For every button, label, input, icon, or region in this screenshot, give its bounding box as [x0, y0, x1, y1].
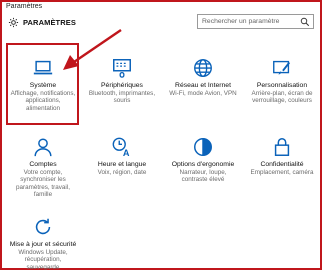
annotation-arrow — [63, 29, 122, 70]
